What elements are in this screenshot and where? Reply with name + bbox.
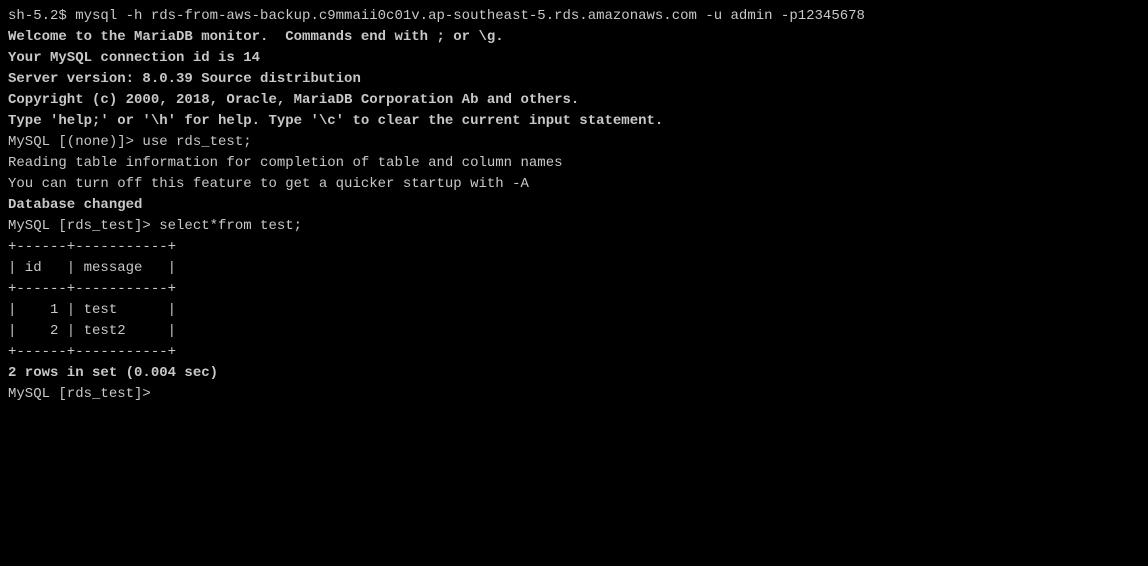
terminal-line-line22: 2 rows in set (0.004 sec): [8, 363, 1140, 384]
terminal-line-line6: Copyright (c) 2000, 2018, Oracle, MariaD…: [8, 90, 1140, 111]
terminal-line-line11: Reading table information for completion…: [8, 153, 1140, 174]
terminal-line-line21: +------+-----------+: [8, 342, 1140, 363]
terminal-line-line12: You can turn off this feature to get a q…: [8, 174, 1140, 195]
terminal-line-line15: MySQL [rds_test]> select*from test;: [8, 216, 1140, 237]
terminal-line-line17: | id | message |: [8, 258, 1140, 279]
terminal-line-line2: Welcome to the MariaDB monitor. Commands…: [8, 27, 1140, 48]
terminal-line-line10: MySQL [(none)]> use rds_test;: [8, 132, 1140, 153]
terminal-line-line1: sh-5.2$ mysql -h rds-from-aws-backup.c9m…: [8, 6, 1140, 27]
terminal-line-line20: | 2 | test2 |: [8, 321, 1140, 342]
terminal-line-line4: Server version: 8.0.39 Source distributi…: [8, 69, 1140, 90]
terminal-line-line3: Your MySQL connection id is 14: [8, 48, 1140, 69]
terminal-window[interactable]: sh-5.2$ mysql -h rds-from-aws-backup.c9m…: [0, 0, 1148, 566]
terminal-line-line8: Type 'help;' or '\h' for help. Type '\c'…: [8, 111, 1140, 132]
terminal-line-line16: +------+-----------+: [8, 237, 1140, 258]
terminal-line-line14: Database changed: [8, 195, 1140, 216]
terminal-line-line19: | 1 | test |: [8, 300, 1140, 321]
terminal-line-line18: +------+-----------+: [8, 279, 1140, 300]
terminal-line-line24: MySQL [rds_test]>: [8, 384, 1140, 405]
